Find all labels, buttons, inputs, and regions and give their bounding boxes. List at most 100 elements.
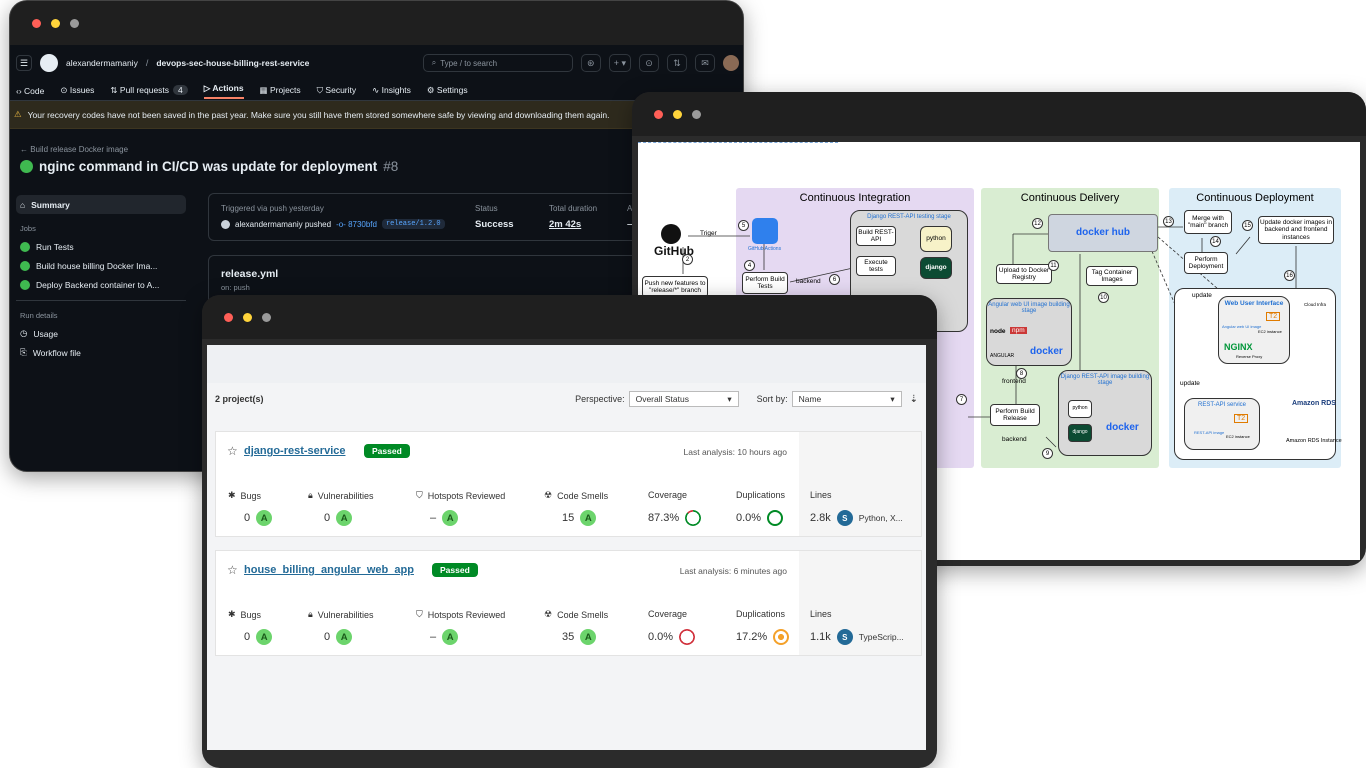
update-label-2: update [1180,380,1200,387]
sort-value: Name [798,394,822,404]
run-details-heading: Run details [20,311,58,320]
tab-settings[interactable]: ⚙ Settings [427,85,468,96]
success-check-icon [20,260,30,271]
avatar[interactable] [723,55,739,71]
perspective-label: Perspective: [575,394,625,404]
run-title-text: nginc command in CI/CD was update for de… [39,159,378,174]
create-new-icon[interactable]: + ▾ [608,54,631,72]
tab-actions[interactable]: ▷ Actions [203,83,244,99]
close-window-dot[interactable] [224,312,233,322]
minimize-window-dot[interactable] [673,109,682,119]
project-name-link[interactable]: house_billing_angular_web_app [244,564,414,576]
metric-value[interactable]: 0 [324,512,330,524]
close-window-dot[interactable] [32,18,41,28]
duration-value[interactable]: 2m 42s [549,219,581,230]
rating-grade: A [580,629,597,645]
breadcrumb[interactable]: ← Build release Docker image [20,145,128,154]
sort-direction-icon[interactable]: ⇣ [910,394,918,405]
success-check-icon [20,241,30,252]
maximize-window-dot[interactable] [692,109,701,119]
metric-label: Lines [810,609,832,619]
metric-label: Duplications [736,609,786,619]
perspective-value: Overall Status [635,394,689,404]
ec2-icon-1: T2 [1266,312,1281,321]
sidebar-item-label: Summary [31,199,70,210]
commit-link[interactable]: -o- 8730bfd [336,220,377,229]
copilot-icon[interactable]: ⊛ [580,54,601,72]
sonarqube-header-area [207,345,926,383]
backend-label-2: backend [1002,436,1027,443]
issues-icon[interactable]: ⊙ [639,54,659,72]
tab-code[interactable]: ‹› Code [16,86,44,96]
trigger-text: Triggered via push yesterday [221,204,324,213]
vulnerabilities-metric: 🔒︎ Vulnerabilities 0A [308,490,374,526]
star-icon[interactable]: ☆ [227,444,238,458]
tab-insights[interactable]: ∿ Insights [372,85,411,96]
close-window-dot[interactable] [654,109,663,119]
django-image-stage-title: Django REST-API image building stage [1060,374,1150,386]
metric-value: 2.8k [810,512,831,524]
sidebar-job-deploy-backend[interactable]: Deploy Backend container to A... [16,275,186,294]
github-logo-icon[interactable] [40,54,58,72]
perform-build-tests-node: Perform Build Tests [742,272,788,294]
tab-issues[interactable]: ⊙ Issues [60,85,94,96]
bug-icon: ✱ [228,490,236,500]
status-label: Status [475,204,498,213]
repo-name-link[interactable]: devops-sec-house-billing-rest-service [156,58,309,68]
tab-security[interactable]: ⛉ Security [317,85,356,96]
rating-grade: A [336,629,353,645]
node-logo: node [990,328,1006,335]
bugs-metric: ✱ Bugs 0A [228,490,273,526]
minimize-window-dot[interactable] [51,18,60,28]
hotspots-metric: ⛉ Hotspots Reviewed – A [416,490,505,526]
size-badge: S [836,629,853,645]
metric-value[interactable]: 0.0% [736,512,761,524]
project-name-link[interactable]: django-rest-service [244,445,345,457]
metric-value[interactable]: – [430,512,436,524]
inbox-icon[interactable]: ✉ [695,54,715,72]
file-icon: ⎘ [20,347,27,357]
rest-api-title: REST-API service [1197,402,1246,408]
sidebar-item-workflow-file[interactable]: ⎘ Workflow file [16,343,186,362]
code-smell-icon: ☢ [544,490,553,500]
metric-value[interactable]: 0 [244,512,250,524]
django-logo-2: django [1068,424,1092,442]
search-input[interactable]: ⌕ Type / to search [422,54,573,72]
metric-value[interactable]: 87.3% [648,512,679,524]
star-icon[interactable]: ☆ [227,563,238,577]
metric-label: Code Smells [557,490,609,501]
run-number: #8 [383,159,399,174]
metric-label: Hotspots Reviewed [427,609,506,620]
execute-tests-node: Execute tests [856,256,896,276]
metric-value[interactable]: 0 [244,631,250,643]
sort-select[interactable]: Name ▾ [791,391,902,407]
metric-value[interactable]: 17.2% [736,631,767,643]
python-logo-2: python [1068,400,1092,418]
branch-chip[interactable]: release/1.2.0 [381,219,445,229]
sidebar-job-build-docker[interactable]: Build house billing Docker Ima... [16,256,186,275]
chevron-down-icon: ▾ [890,393,895,404]
tab-projects[interactable]: ▦ Projects [260,85,301,96]
sidebar-item-usage[interactable]: ◷ Usage [16,324,186,343]
maximize-window-dot[interactable] [262,312,271,322]
metric-value[interactable]: 15 [562,512,574,524]
repo-owner-link[interactable]: alexandermamaniy [66,58,138,68]
metric-value[interactable]: – [430,631,436,643]
minimize-window-dot[interactable] [243,312,252,322]
perspective-select[interactable]: Overall Status ▾ [628,391,739,407]
django-logo: django [920,257,952,279]
metric-value[interactable]: 0.0% [648,631,673,643]
lock-icon: 🔒︎ [308,609,313,619]
metric-label: Code Smells [557,609,609,620]
rating-grade: A [442,629,459,645]
sidebar-job-run-tests[interactable]: Run Tests [16,237,186,256]
tab-pull-requests[interactable]: ⇅ Pull requests 4 [110,85,188,96]
pull-requests-icon[interactable]: ⇅ [667,54,687,72]
maximize-window-dot[interactable] [70,18,79,28]
metric-value[interactable]: 35 [562,631,574,643]
sidebar-item-summary[interactable]: ⌂ Summary [16,195,186,214]
metric-label: Duplications [736,490,786,500]
hamburger-menu-icon[interactable]: ☰ [16,55,32,71]
step-9-marker: 9 [1042,448,1053,459]
metric-value[interactable]: 0 [324,631,330,643]
